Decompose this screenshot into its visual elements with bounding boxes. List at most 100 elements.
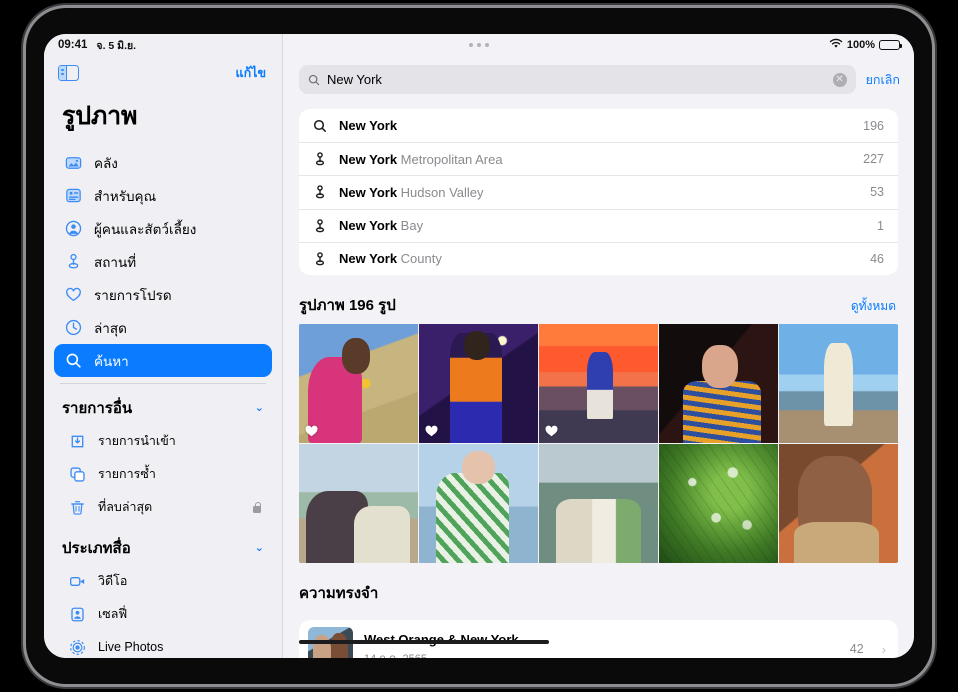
- location-pin-icon: [313, 251, 327, 267]
- status-time: 09:41: [58, 39, 87, 51]
- memory-count: 42: [850, 642, 864, 656]
- suggestion-row[interactable]: New York 196: [299, 109, 898, 142]
- location-pin-icon: [313, 184, 327, 200]
- clear-search-icon[interactable]: ✕: [833, 73, 847, 87]
- wifi-icon: [829, 38, 843, 52]
- multitask-dots-icon[interactable]: [469, 43, 489, 47]
- sidebar-item-places[interactable]: สถานที่: [54, 245, 272, 278]
- search-query-text: New York: [327, 72, 826, 87]
- memory-meta: West Orange & New York 14 ก.ค. 2565: [364, 632, 839, 658]
- search-suggestions-list: New York 196 New York Metropolitan Area …: [299, 109, 898, 275]
- suggestion-count: 53: [870, 185, 884, 199]
- photo-thumbnail[interactable]: [779, 324, 898, 443]
- video-icon: [68, 572, 87, 591]
- sidebar-item-imports[interactable]: รายการนำเข้า: [54, 425, 272, 458]
- sidebar-section-media-types[interactable]: ประเภทสื่อ ⌄: [44, 524, 282, 565]
- lock-icon: [252, 501, 262, 513]
- suggestion-text: New York Metropolitan Area: [339, 152, 851, 167]
- photo-thumbnail[interactable]: [419, 324, 538, 443]
- suggestion-count: 1: [877, 219, 884, 233]
- memory-row[interactable]: West Orange & New York 14 ก.ค. 2565 42 ›: [299, 620, 898, 658]
- search-icon: [313, 118, 327, 134]
- sidebar-media-list: วิดีโอ เซลฟี่ Live Photos: [44, 565, 282, 659]
- suggestion-term: New York: [339, 218, 397, 233]
- suggestion-qualifier: Bay: [401, 218, 423, 233]
- favorite-heart-icon: [545, 425, 558, 437]
- photo-thumbnail[interactable]: [419, 444, 538, 563]
- sidebar-item-videos[interactable]: วิดีโอ: [54, 565, 272, 598]
- photo-thumbnail[interactable]: [659, 324, 778, 443]
- suggestion-row[interactable]: New York Metropolitan Area 227: [299, 142, 898, 175]
- suggestion-qualifier: Hudson Valley: [401, 185, 484, 200]
- sidebar-item-label: สถานที่: [94, 251, 262, 273]
- live-photo-icon: [68, 638, 87, 657]
- cancel-button[interactable]: ยกเลิก: [866, 70, 900, 90]
- suggestion-count: 46: [870, 252, 884, 266]
- sidebar-item-label: เซลฟี่: [98, 604, 262, 624]
- suggestion-row[interactable]: New York County 46: [299, 242, 898, 275]
- sidebar-item-label: ผู้คนและสัตว์เลี้ยง: [94, 218, 262, 240]
- suggestion-count: 196: [863, 119, 884, 133]
- sidebar-item-search[interactable]: ค้นหา: [54, 344, 272, 377]
- photo-image: [779, 444, 898, 563]
- favorite-heart-icon: [305, 425, 318, 437]
- sidebar-item-for-you[interactable]: สำหรับคุณ: [54, 179, 272, 212]
- for-you-icon: [64, 186, 83, 205]
- sidebar-item-label: ล่าสุด: [94, 317, 262, 339]
- photo-thumbnail[interactable]: [539, 444, 658, 563]
- photos-section-header: รูปภาพ 196 รูป ดูทั้งหมด: [283, 275, 914, 324]
- clock-icon: [64, 318, 83, 337]
- sidebar-item-label: รายการซ้ำ: [98, 464, 262, 484]
- photos-section-title: รูปภาพ 196 รูป: [299, 293, 396, 317]
- sidebar-item-duplicates[interactable]: รายการซ้ำ: [54, 458, 272, 491]
- photo-image: [419, 444, 538, 563]
- suggestion-text: New York Bay: [339, 218, 865, 233]
- sidebar-item-selfies[interactable]: เซลฟี่: [54, 598, 272, 631]
- status-bar-left: 09:41 จ. 5 มิ.ย.: [58, 37, 136, 54]
- sidebar-item-label: Live Photos: [98, 640, 262, 654]
- sidebar-toggle-icon[interactable]: [58, 65, 79, 81]
- sidebar-item-people-pets[interactable]: ผู้คนและสัตว์เลี้ยง: [54, 212, 272, 245]
- sidebar-other-list: รายการนำเข้า รายการซ้ำ ที่ลบล่าสุด: [44, 425, 282, 524]
- memory-date: 14 ก.ค. 2565: [364, 649, 839, 658]
- trash-icon: [68, 498, 87, 517]
- see-all-button[interactable]: ดูทั้งหมด: [851, 297, 896, 316]
- battery-percent: 100%: [847, 39, 875, 51]
- sidebar-section-other[interactable]: รายการอื่น ⌄: [44, 384, 282, 425]
- suggestion-row[interactable]: New York Hudson Valley 53: [299, 175, 898, 208]
- sidebar-item-recently-deleted[interactable]: ที่ลบล่าสุด: [54, 491, 272, 524]
- photo-image: [539, 444, 658, 563]
- photo-thumbnail[interactable]: [299, 324, 418, 443]
- chevron-down-icon[interactable]: ⌄: [255, 541, 264, 554]
- suggestion-qualifier: County: [401, 251, 442, 266]
- search-input[interactable]: New York ✕: [299, 65, 856, 94]
- sidebar-item-label: คลัง: [94, 152, 262, 174]
- photo-thumbnail[interactable]: [539, 324, 658, 443]
- photo-image: [779, 324, 898, 443]
- sidebar-section-title: รายการอื่น: [62, 396, 132, 420]
- horizontal-scrollbar[interactable]: [299, 640, 549, 645]
- sidebar-item-favorites[interactable]: รายการโปรด: [54, 278, 272, 311]
- location-pin-icon: [313, 218, 327, 234]
- suggestion-term: New York: [339, 152, 397, 167]
- suggestion-row[interactable]: New York Bay 1: [299, 209, 898, 242]
- places-pin-icon: [64, 252, 83, 271]
- sidebar-item-label: วิดีโอ: [98, 571, 262, 591]
- chevron-down-icon[interactable]: ⌄: [255, 401, 264, 414]
- suggestion-count: 227: [863, 152, 884, 166]
- sidebar-item-recents[interactable]: ล่าสุด: [54, 311, 272, 344]
- photo-library-icon: [64, 153, 83, 172]
- photo-image: [659, 324, 778, 443]
- sidebar-item-label: สำหรับคุณ: [94, 185, 262, 207]
- suggestion-term: New York: [339, 118, 397, 133]
- suggestion-text: New York Hudson Valley: [339, 185, 858, 200]
- photo-thumbnail[interactable]: [659, 444, 778, 563]
- chevron-right-icon[interactable]: ›: [882, 642, 886, 657]
- sidebar-primary-list: คลัง สำหรับคุณ ผู้คนและสัตว์เลี้ยง: [44, 146, 282, 377]
- sidebar-item-library[interactable]: คลัง: [54, 146, 272, 179]
- sidebar-item-live-photos[interactable]: Live Photos: [54, 631, 272, 659]
- photo-thumbnail[interactable]: [779, 444, 898, 563]
- sidebar-topbar: แก้ไข: [44, 56, 282, 90]
- edit-button[interactable]: แก้ไข: [236, 63, 266, 83]
- photo-thumbnail[interactable]: [299, 444, 418, 563]
